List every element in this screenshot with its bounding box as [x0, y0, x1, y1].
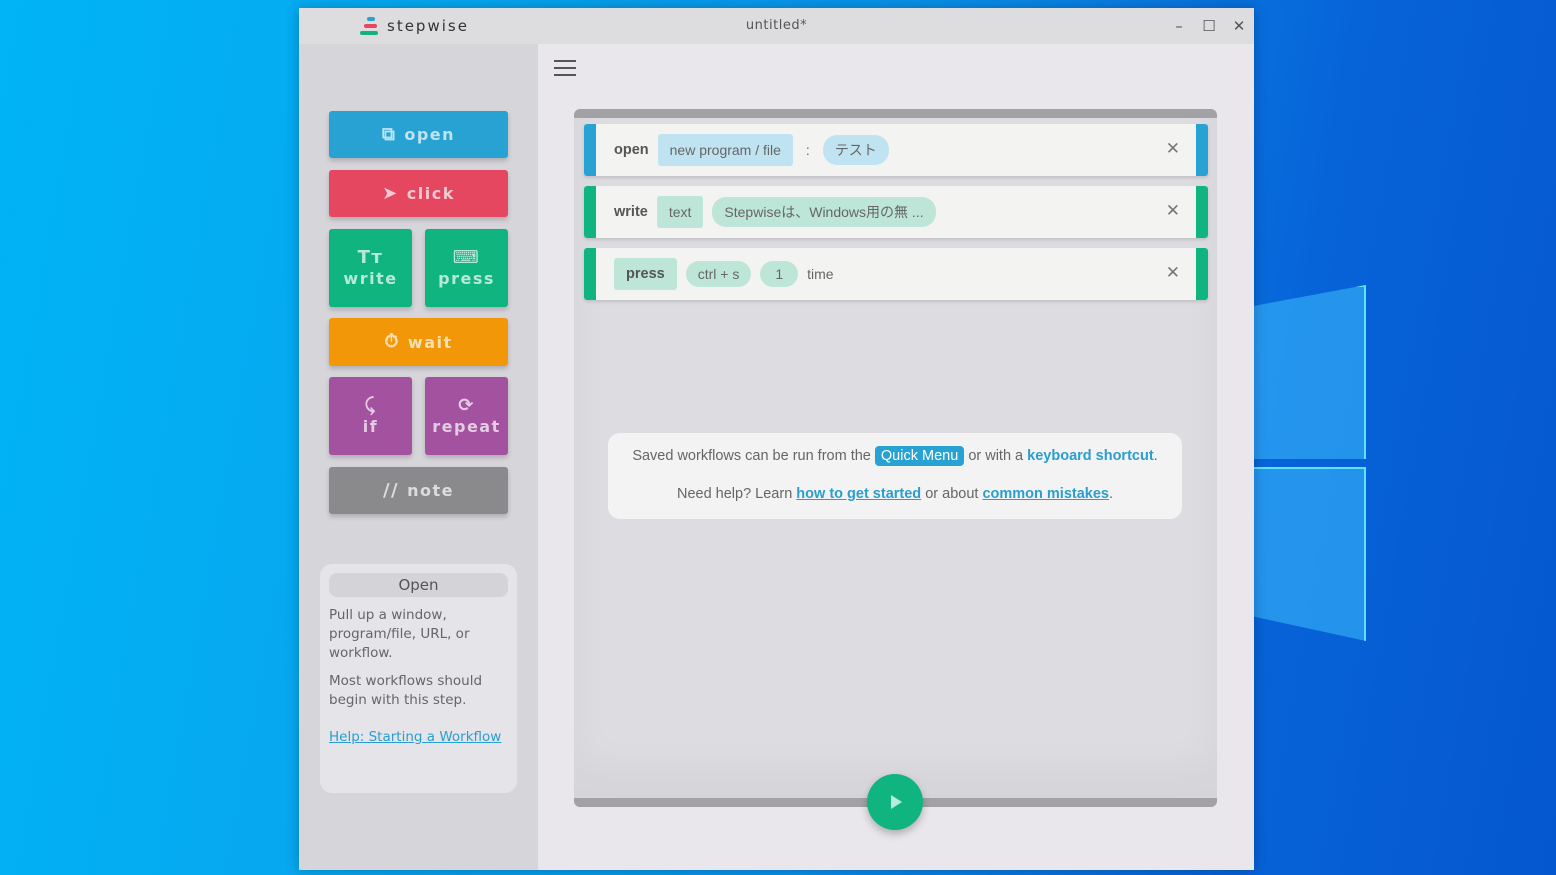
write-type-dropdown[interactable]: text: [656, 196, 704, 228]
press-count-unit: time: [807, 266, 834, 282]
press-count-value[interactable]: 1: [760, 261, 799, 287]
window-open-icon: ⧉: [381, 123, 397, 145]
remove-step-icon[interactable]: ✕: [1166, 139, 1180, 159]
window-controls: – ☐ ✕: [1164, 8, 1254, 44]
maximize-button[interactable]: ☐: [1194, 8, 1224, 44]
comment-slashes-icon: //: [382, 479, 400, 501]
help-starting-workflow-link[interactable]: Help: Starting a Workflow: [329, 729, 508, 745]
help-line-run: Saved workflows can be run from the Quic…: [608, 446, 1182, 466]
stepwise-logo-icon: [359, 16, 379, 36]
close-window-button[interactable]: ✕: [1224, 8, 1254, 44]
step-info-card: Open Pull up a window, program/file, URL…: [320, 564, 517, 793]
keyboard-icon: ⌨: [452, 246, 481, 268]
write-label: write: [343, 268, 398, 288]
desktop-windows-logo: [1254, 285, 1366, 645]
workflow-step-open[interactable]: open new program / file : テスト ✕: [584, 124, 1208, 176]
step-color-bar: [1196, 248, 1208, 300]
add-press-step-button[interactable]: ⌨ press: [425, 229, 508, 307]
help-card: Saved workflows can be run from the Quic…: [608, 433, 1182, 519]
step-color-bar: [1196, 124, 1208, 176]
text-icon: Tт: [357, 246, 384, 268]
step-palette: ⧉ open ➤ click Tт write ⌨ press ⏱ wait ⤹…: [299, 44, 538, 870]
workflow-step-write[interactable]: write text Stepwiseは、Windows用の無 ... ✕: [584, 186, 1208, 238]
open-type-dropdown[interactable]: new program / file: [657, 134, 793, 166]
open-label: open: [404, 125, 456, 144]
help-text: or with a: [968, 448, 1024, 464]
help-text: Need help? Learn: [676, 486, 793, 502]
if-label: if: [362, 416, 379, 436]
click-label: click: [406, 184, 455, 203]
get-started-link[interactable]: how to get started: [796, 486, 921, 502]
add-note-step-button[interactable]: // note: [329, 467, 508, 514]
info-description: Pull up a window, program/file, URL, or …: [329, 607, 470, 661]
menu-icon[interactable]: [554, 60, 576, 76]
info-note: Most workflows should begin with this st…: [329, 673, 483, 708]
play-icon: [891, 795, 902, 809]
help-text: .: [1153, 448, 1158, 464]
cursor-arrow-icon: ➤: [382, 182, 399, 204]
press-label: press: [438, 268, 495, 288]
app-window: stepwise untitled* – ☐ ✕ ⧉ open ➤ click …: [299, 8, 1254, 870]
write-text-value[interactable]: Stepwiseは、Windows用の無 ...: [712, 197, 936, 227]
help-text: or about: [925, 486, 979, 502]
logo-pane-bottom: [1254, 467, 1366, 641]
add-wait-step-button[interactable]: ⏱ wait: [329, 318, 508, 366]
main-area: open new program / file : テスト ✕ write te…: [538, 44, 1254, 870]
step-drag-handle[interactable]: [584, 124, 596, 176]
workflow-canvas: open new program / file : テスト ✕ write te…: [574, 109, 1217, 807]
repeat-label: repeat: [432, 416, 501, 436]
loop-icon: ⟳: [458, 394, 475, 416]
branch-icon: ⤹: [364, 394, 377, 416]
add-repeat-step-button[interactable]: ⟳ repeat: [425, 377, 508, 455]
logo-pane-top: [1254, 285, 1366, 459]
step-drag-handle[interactable]: [584, 248, 596, 300]
help-text: Saved workflows can be run from the: [632, 448, 871, 464]
workflow-step-press[interactable]: press ctrl + s 1 time ✕: [584, 248, 1208, 300]
add-if-step-button[interactable]: ⤹ if: [329, 377, 412, 455]
common-mistakes-link[interactable]: common mistakes: [982, 486, 1109, 502]
minimize-button[interactable]: –: [1164, 8, 1194, 44]
brand: stepwise: [359, 16, 469, 36]
add-open-step-button[interactable]: ⧉ open: [329, 111, 508, 158]
stopwatch-icon: ⏱: [384, 331, 400, 352]
add-click-step-button[interactable]: ➤ click: [329, 170, 508, 217]
brand-name: stepwise: [387, 17, 469, 35]
step-keyword: open: [614, 142, 649, 158]
help-line-learn: Need help? Learn how to get started or a…: [608, 486, 1182, 502]
separator: :: [805, 142, 810, 158]
help-text: .: [1108, 486, 1114, 502]
wait-label: wait: [407, 332, 453, 352]
open-target-value[interactable]: テスト: [822, 135, 889, 165]
title-bar[interactable]: stepwise untitled* – ☐ ✕: [299, 8, 1254, 44]
step-color-bar: [1196, 186, 1208, 238]
press-keys-value[interactable]: ctrl + s: [685, 261, 752, 287]
step-keyword: press: [614, 258, 677, 290]
remove-step-icon[interactable]: ✕: [1166, 201, 1180, 221]
run-workflow-button[interactable]: [867, 774, 923, 830]
remove-step-icon[interactable]: ✕: [1166, 263, 1180, 283]
quick-menu-link[interactable]: Quick Menu: [874, 446, 965, 466]
step-drag-handle[interactable]: [584, 186, 596, 238]
keyboard-shortcut-link[interactable]: keyboard shortcut: [1027, 448, 1154, 464]
step-keyword: write: [614, 204, 648, 220]
info-title: Open: [329, 573, 508, 597]
note-label: note: [407, 481, 455, 500]
add-write-step-button[interactable]: Tт write: [329, 229, 412, 307]
